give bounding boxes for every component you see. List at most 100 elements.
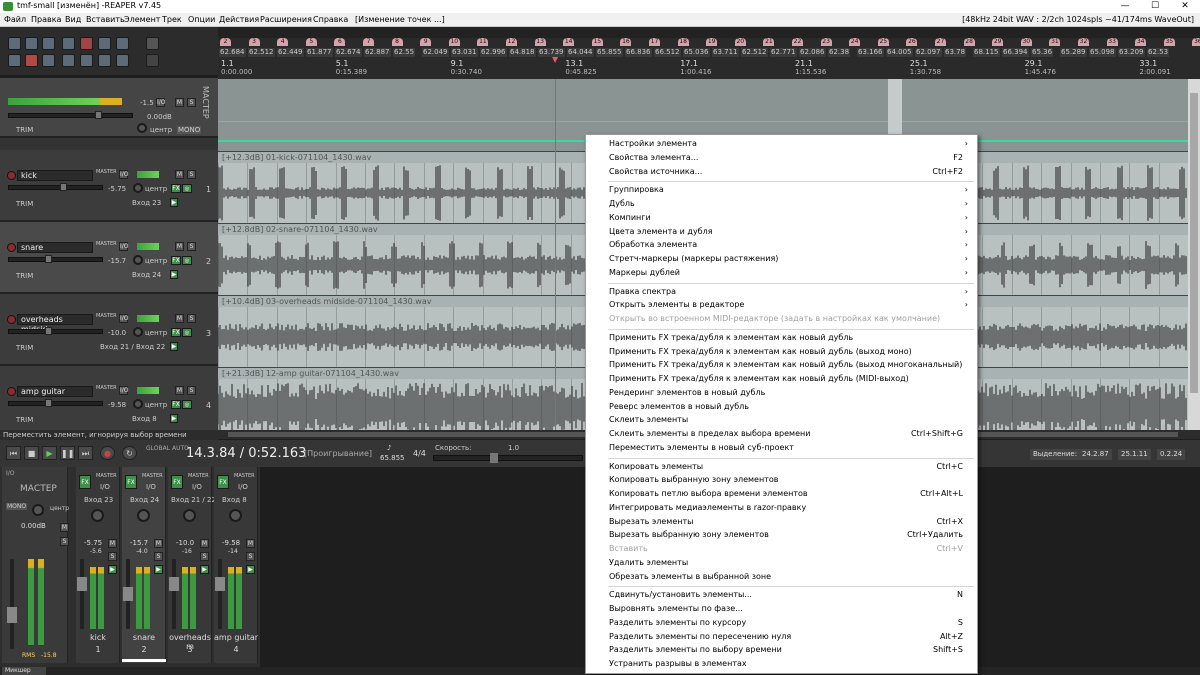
track-name[interactable]: kick	[17, 170, 93, 181]
tempo-marker[interactable]: 28	[963, 38, 975, 46]
mixer-monitor-icon[interactable]: ▶	[108, 565, 117, 574]
tempo-marker[interactable]: 12	[506, 38, 517, 46]
tempo-value[interactable]: 63.031	[451, 48, 478, 57]
mixer-tab[interactable]: Микшер	[2, 667, 46, 675]
mixer-track-name[interactable]: kick	[76, 633, 120, 642]
mixer-pan-knob[interactable]	[229, 509, 242, 522]
track-io-button[interactable]: I/O	[119, 242, 129, 251]
track-input[interactable]: Вход 21 / Вход 22	[100, 343, 165, 351]
menu-item[interactable]: Разделить элементы по пересечению нуля	[609, 631, 791, 643]
fx-bypass-icon[interactable]: ◎	[182, 328, 192, 337]
track-panel-2[interactable]: snare MASTER I/O M S -15.7 центр FX ◎ TRIM Вход 24…	[0, 222, 218, 294]
menu-item[interactable]: Устранить разрывы в элементах	[609, 658, 747, 670]
tempo-value[interactable]: 62.771	[770, 48, 797, 57]
tempo-value[interactable]: 62.55	[393, 48, 416, 57]
mixer-input[interactable]: Вход 8	[222, 496, 247, 504]
track-name[interactable]: snare	[17, 242, 93, 253]
ripple-off-icon[interactable]	[8, 54, 21, 67]
track-volume-handle[interactable]	[45, 399, 52, 407]
menu-item[interactable]: Обрезать элементы в выбранной зоне	[609, 571, 771, 583]
menu-item[interactable]: Сдвинуть/установить элементы...	[609, 589, 752, 601]
tempo-marker[interactable]: 2	[220, 38, 231, 46]
track-volume-handle[interactable]	[45, 327, 52, 335]
tempo-marker[interactable]: 10	[448, 38, 460, 46]
vertical-scroll-thumb[interactable]	[1190, 93, 1198, 393]
menu-item[interactable]: Маркеры дублей	[609, 267, 680, 279]
speed-slider-handle[interactable]	[490, 453, 498, 463]
mixer-fader[interactable]	[169, 577, 179, 591]
tempo-marker[interactable]: 36	[1192, 38, 1200, 46]
maximize-icon[interactable]: ☐	[1140, 0, 1170, 13]
mixer-mono-button[interactable]: MONO	[6, 503, 28, 510]
menu-item[interactable]: Обработка элемента	[609, 239, 697, 251]
tempo-marker[interactable]: 16	[620, 38, 632, 46]
track-io-button[interactable]: I/O	[119, 314, 129, 323]
tempo-value[interactable]: 66.836	[625, 48, 652, 57]
menu-item[interactable]: Правка спектра	[609, 286, 676, 298]
tempo-marker[interactable]: 29	[992, 38, 1004, 46]
mixer-solo-button[interactable]: S	[246, 552, 255, 561]
mixer-strip-2[interactable]: FX MASTER I/O Вход 24 -15.7 -4.0 M S ▶ snare 2	[122, 467, 166, 663]
menu-item[interactable]: Разделить элементы по курсору	[609, 617, 746, 629]
tempo-value[interactable]: 62.38	[828, 48, 851, 57]
time-signature[interactable]: 4/4	[413, 449, 426, 458]
mixer-solo-button[interactable]: S	[200, 552, 209, 561]
mixer-solo-button[interactable]: S	[108, 552, 117, 561]
mixer-monitor-icon[interactable]: ▶	[200, 565, 209, 574]
menu-item[interactable]: Свойства источника...	[609, 166, 702, 178]
input-monitor-icon[interactable]: ▶	[170, 414, 178, 423]
track-input[interactable]: Вход 8	[132, 415, 157, 423]
track-solo-button[interactable]: S	[187, 242, 196, 251]
envelope-points-icon[interactable]	[98, 54, 111, 67]
mixer-solo-button[interactable]: S	[154, 552, 163, 561]
track-mute-button[interactable]: M	[175, 242, 184, 251]
repeat-icon[interactable]: ↻	[122, 446, 137, 460]
stop-icon[interactable]: ■	[24, 446, 39, 460]
tempo-value[interactable]: 62.684	[219, 48, 246, 57]
global-auto-button[interactable]: GLOBAL AUTO	[146, 445, 189, 453]
fx-bypass-icon[interactable]: ◎	[182, 400, 192, 409]
go-to-start-icon[interactable]: ⏮	[6, 446, 21, 460]
go-to-end-icon[interactable]: ⏭	[78, 446, 93, 460]
mixer-fader[interactable]	[77, 577, 87, 591]
play-icon[interactable]: ▶	[42, 446, 57, 460]
track-name[interactable]: overheads midside	[17, 314, 93, 334]
tempo-value[interactable]: 62.887	[364, 48, 391, 57]
tempo-value[interactable]: 62.996	[480, 48, 507, 57]
menu-item[interactable]: Вырезать элементы	[609, 516, 693, 528]
tempo-marker[interactable]: 24	[849, 38, 861, 46]
mixer-master-pan-knob[interactable]	[32, 504, 44, 516]
tempo-marker[interactable]: 9	[420, 38, 432, 46]
mixer-io-button[interactable]: I/O	[238, 483, 248, 491]
menu-item[interactable]: Реверс элементов в новый дубль	[609, 401, 749, 413]
tempo-marker[interactable]: 33	[1106, 38, 1118, 46]
tempo-value[interactable]: 65.036	[683, 48, 710, 57]
input-monitor-icon[interactable]: ▶	[170, 342, 178, 351]
mixer-fader-track[interactable]	[80, 559, 84, 629]
redo-icon[interactable]	[98, 37, 111, 50]
menu-actions[interactable]: Действия	[219, 15, 259, 24]
bpm-display[interactable]: 65.855	[380, 454, 405, 462]
mixer-io-button[interactable]: I/O	[192, 483, 202, 491]
menu-item[interactable]: Разделить элементы по выбору времени	[609, 644, 782, 656]
tempo-marker[interactable]: 23	[820, 38, 832, 46]
mixer-io-button[interactable]: I/O	[146, 483, 156, 491]
record-arm-button[interactable]	[7, 243, 16, 252]
track-name[interactable]: amp guitar	[17, 386, 93, 397]
tempo-marker[interactable]: 15	[591, 38, 603, 46]
vertical-scrollbar[interactable]	[1188, 79, 1200, 430]
track-mute-button[interactable]: M	[175, 314, 184, 323]
track-pan-knob[interactable]	[133, 399, 143, 409]
menu-extensions[interactable]: Расширения	[260, 15, 312, 24]
tempo-marker[interactable]: 14	[563, 38, 575, 46]
menu-item[interactable]: Применить FX трека/дубля к элементам как…	[609, 359, 962, 371]
tempo-value[interactable]: 64.044	[567, 48, 594, 57]
track-pan-knob[interactable]	[133, 327, 143, 337]
timeline-ruler[interactable]: ▼ 2 3 4 5 6 7 8 9 10 11 12 13 14 15 16 17 18 19 20 21 22 23 24…	[218, 27, 1200, 79]
menu-file[interactable]: Файл	[4, 15, 26, 24]
mixer-pan-knob[interactable]	[91, 509, 104, 522]
metronome-small-icon[interactable]: ♪	[387, 444, 391, 452]
region-lane[interactable]	[218, 27, 1200, 38]
master-volume-slider[interactable]	[8, 113, 133, 118]
tempo-marker[interactable]: 26	[906, 38, 918, 46]
